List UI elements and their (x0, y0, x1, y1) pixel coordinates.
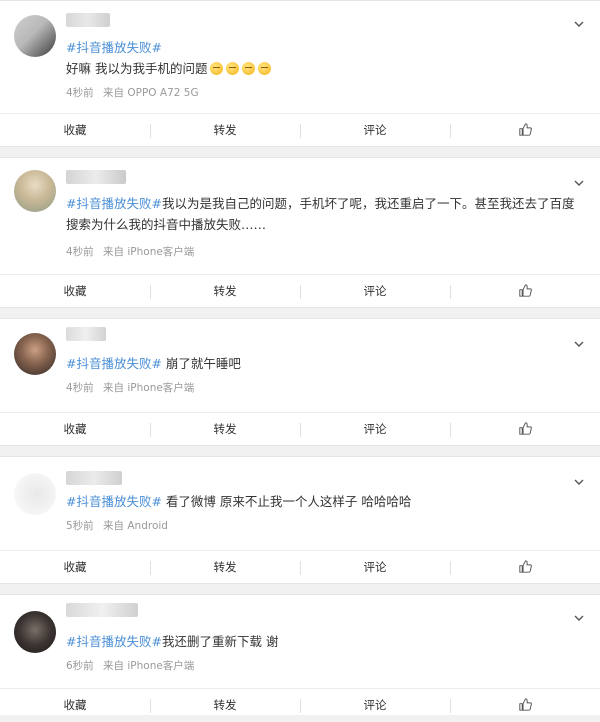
favorite-button[interactable]: 收藏 (0, 551, 150, 584)
favorite-button[interactable]: 收藏 (0, 114, 150, 147)
post-meta: 4秒前 来自 OPPO A72 5G (66, 85, 205, 100)
comment-button[interactable]: 评论 (300, 114, 450, 147)
post-card: #抖音播放失败# 好嘛 我以为我手机的问题 4秒前 来自 OPPO A72 5G… (0, 0, 600, 147)
chevron-down-icon[interactable] (574, 178, 584, 188)
post-time[interactable]: 4秒前 (66, 246, 94, 258)
weibo-feed: #抖音播放失败# 好嘛 我以为我手机的问题 4秒前 来自 OPPO A72 5G… (0, 0, 600, 715)
repost-button[interactable]: 转发 (150, 413, 300, 446)
comment-button[interactable]: 评论 (300, 689, 450, 722)
like-button[interactable] (450, 551, 600, 584)
like-button[interactable] (450, 689, 600, 722)
action-bar: 收藏 转发 评论 (0, 688, 600, 722)
post-time[interactable]: 6秒前 (66, 660, 94, 672)
thumbs-up-icon (518, 123, 532, 136)
post-text: #抖音播放失败# 崩了就午睡吧 (66, 353, 584, 374)
post-source: 来自 iPhone客户端 (103, 246, 195, 258)
repost-button[interactable]: 转发 (150, 689, 300, 722)
hashtag-link[interactable]: #抖音播放失败# (66, 634, 162, 649)
chevron-down-icon[interactable] (574, 613, 584, 623)
thumbs-up-icon (518, 284, 532, 297)
post-text: #抖音播放失败# 好嘛 我以为我手机的问题 (66, 37, 584, 79)
post-time[interactable]: 5秒前 (66, 520, 94, 532)
action-bar: 收藏 转发 评论 (0, 113, 600, 147)
post-meta: 5秒前 来自 Android (66, 518, 174, 533)
face-emoji-icon (226, 62, 240, 75)
like-button[interactable] (450, 114, 600, 147)
post-body: 看了微博 原来不止我一个人这样子 哈哈哈哈 (161, 494, 412, 509)
chevron-down-icon[interactable] (574, 339, 584, 349)
like-button[interactable] (450, 413, 600, 446)
post-card: #抖音播放失败# 看了微博 原来不止我一个人这样子 哈哈哈哈 5秒前 来自 An… (0, 456, 600, 584)
thumbs-up-icon (518, 560, 532, 573)
username-blurred[interactable] (66, 327, 106, 341)
face-emoji-icon (242, 62, 256, 75)
hashtag-link[interactable]: #抖音播放失败# (66, 494, 162, 509)
favorite-button[interactable]: 收藏 (0, 413, 150, 446)
post-source: 来自 OPPO A72 5G (103, 87, 199, 99)
post-meta: 4秒前 来自 iPhone客户端 (66, 380, 200, 395)
post-meta: 6秒前 来自 iPhone客户端 (66, 658, 200, 673)
repost-button[interactable]: 转发 (150, 551, 300, 584)
comment-button[interactable]: 评论 (300, 551, 450, 584)
thumbs-up-icon (518, 698, 532, 711)
avatar[interactable] (14, 15, 56, 57)
username-blurred[interactable] (66, 170, 126, 184)
chevron-down-icon[interactable] (574, 477, 584, 487)
repost-button[interactable]: 转发 (150, 114, 300, 147)
face-emoji-icon (210, 62, 224, 75)
post-time[interactable]: 4秒前 (66, 382, 94, 394)
action-bar: 收藏 转发 评论 (0, 274, 600, 308)
username-blurred[interactable] (66, 471, 122, 485)
thumbs-up-icon (518, 422, 532, 435)
hashtag-link[interactable]: #抖音播放失败# (66, 40, 162, 55)
post-card: #抖音播放失败#我以为是我自己的问题，手机坏了呢，我还重启了一下。甚至我还去了百… (0, 157, 600, 308)
avatar[interactable] (14, 170, 56, 212)
hashtag-link[interactable]: #抖音播放失败# (66, 356, 162, 371)
post-time[interactable]: 4秒前 (66, 87, 94, 99)
action-bar: 收藏 转发 评论 (0, 550, 600, 584)
username-blurred[interactable] (66, 13, 110, 27)
post-source: 来自 iPhone客户端 (103, 660, 195, 672)
post-text: #抖音播放失败#我还删了重新下载 谢 (66, 631, 584, 652)
avatar[interactable] (14, 611, 56, 653)
post-card: #抖音播放失败# 崩了就午睡吧 4秒前 来自 iPhone客户端 收藏 转发 评… (0, 318, 600, 446)
face-emoji-icon (258, 62, 272, 75)
hashtag-link[interactable]: #抖音播放失败# (66, 196, 162, 211)
post-body: 崩了就午睡吧 (161, 356, 241, 371)
post-meta: 4秒前 来自 iPhone客户端 (66, 244, 200, 259)
avatar[interactable] (14, 333, 56, 375)
avatar[interactable] (14, 473, 56, 515)
comment-button[interactable]: 评论 (300, 275, 450, 308)
favorite-button[interactable]: 收藏 (0, 275, 150, 308)
like-button[interactable] (450, 275, 600, 308)
username-blurred[interactable] (66, 603, 138, 617)
post-body: 好嘛 我以为我手机的问题 (66, 61, 208, 76)
post-source: 来自 Android (103, 520, 168, 532)
repost-button[interactable]: 转发 (150, 275, 300, 308)
comment-button[interactable]: 评论 (300, 413, 450, 446)
chevron-down-icon[interactable] (574, 19, 584, 29)
post-text: #抖音播放失败# 看了微博 原来不止我一个人这样子 哈哈哈哈 (66, 491, 584, 512)
action-bar: 收藏 转发 评论 (0, 412, 600, 446)
post-card: #抖音播放失败#我还删了重新下载 谢 6秒前 来自 iPhone客户端 收藏 转… (0, 594, 600, 715)
post-body: 我还删了重新下载 谢 (161, 634, 279, 649)
post-source: 来自 iPhone客户端 (103, 382, 195, 394)
post-text: #抖音播放失败#我以为是我自己的问题，手机坏了呢，我还重启了一下。甚至我还去了百… (66, 193, 578, 235)
favorite-button[interactable]: 收藏 (0, 689, 150, 722)
